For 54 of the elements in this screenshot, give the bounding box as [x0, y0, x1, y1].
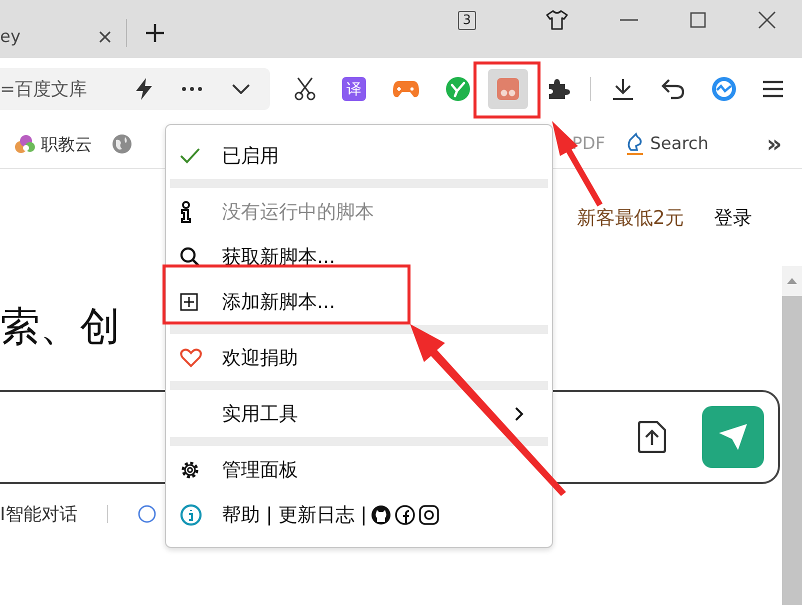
cloud-logo-icon — [14, 133, 36, 155]
info-icon — [180, 504, 202, 526]
shirt-icon[interactable] — [546, 10, 568, 30]
undo-icon[interactable] — [661, 78, 685, 100]
puzzle-icon[interactable] — [546, 77, 570, 101]
menu-item[interactable]: 欢迎捐助 — [166, 335, 552, 380]
gamepad-icon[interactable] — [392, 79, 420, 99]
scissors-icon[interactable] — [294, 77, 316, 101]
maximize-icon[interactable] — [690, 12, 706, 28]
address-field[interactable]: =百度文库 — [0, 68, 270, 110]
download-icon[interactable] — [611, 77, 635, 101]
sync-icon[interactable] — [711, 76, 737, 102]
menu-item[interactable]: 已启用 — [166, 133, 552, 178]
github-icon[interactable] — [370, 504, 391, 524]
more-icon[interactable] — [182, 87, 202, 91]
new-tab-icon[interactable] — [145, 23, 165, 43]
tab-count[interactable]: 3 — [458, 10, 476, 30]
page-heading: 索、创 — [0, 303, 120, 352]
more-bookmarks-button[interactable]: » — [766, 130, 782, 158]
send-button[interactable] — [702, 406, 764, 468]
facebook-icon[interactable] — [394, 504, 415, 524]
chevron-right-icon — [515, 406, 524, 420]
search-icon — [180, 246, 200, 266]
globe-icon — [112, 134, 132, 154]
highlight-frame — [474, 62, 540, 118]
bookmark[interactable] — [112, 134, 132, 154]
menu-item[interactable]: 添加新脚本... — [166, 279, 552, 324]
ai-chat-link[interactable]: I智能对话 — [0, 502, 78, 526]
bookmark[interactable]: Search — [625, 132, 709, 156]
translate-icon[interactable]: 译 — [342, 77, 366, 101]
menu-item[interactable]: 获取新脚本... — [166, 234, 552, 279]
close-icon[interactable] — [758, 11, 776, 29]
scroll-up-icon[interactable] — [787, 278, 797, 284]
login-link[interactable]: 登录 — [714, 205, 752, 231]
instagram-icon[interactable] — [418, 504, 439, 524]
info-icon — [180, 200, 192, 222]
menu-icon[interactable] — [763, 80, 783, 98]
script-manager-icon — [497, 78, 519, 100]
bookmark[interactable]: 职教云 — [14, 132, 92, 156]
add-icon — [180, 292, 198, 310]
horse-logo-icon — [625, 132, 646, 156]
lightning-icon[interactable] — [134, 78, 153, 100]
upload-file-icon[interactable] — [638, 421, 666, 453]
send-icon — [718, 423, 748, 451]
promo-link[interactable]: 新客最低2元 — [576, 205, 684, 231]
heart-icon — [180, 348, 202, 368]
menu-item[interactable]: 帮助 | 更新日志 | — [166, 492, 552, 537]
minimize-icon[interactable] — [620, 19, 638, 21]
menu-item[interactable]: 管理面板 — [166, 447, 552, 492]
chevron-down-icon[interactable] — [232, 84, 250, 94]
close-tab-icon[interactable] — [98, 30, 112, 44]
y-logo-icon[interactable] — [446, 77, 470, 101]
menu-item[interactable]: 实用工具 — [166, 391, 552, 436]
settings-icon — [180, 460, 200, 480]
